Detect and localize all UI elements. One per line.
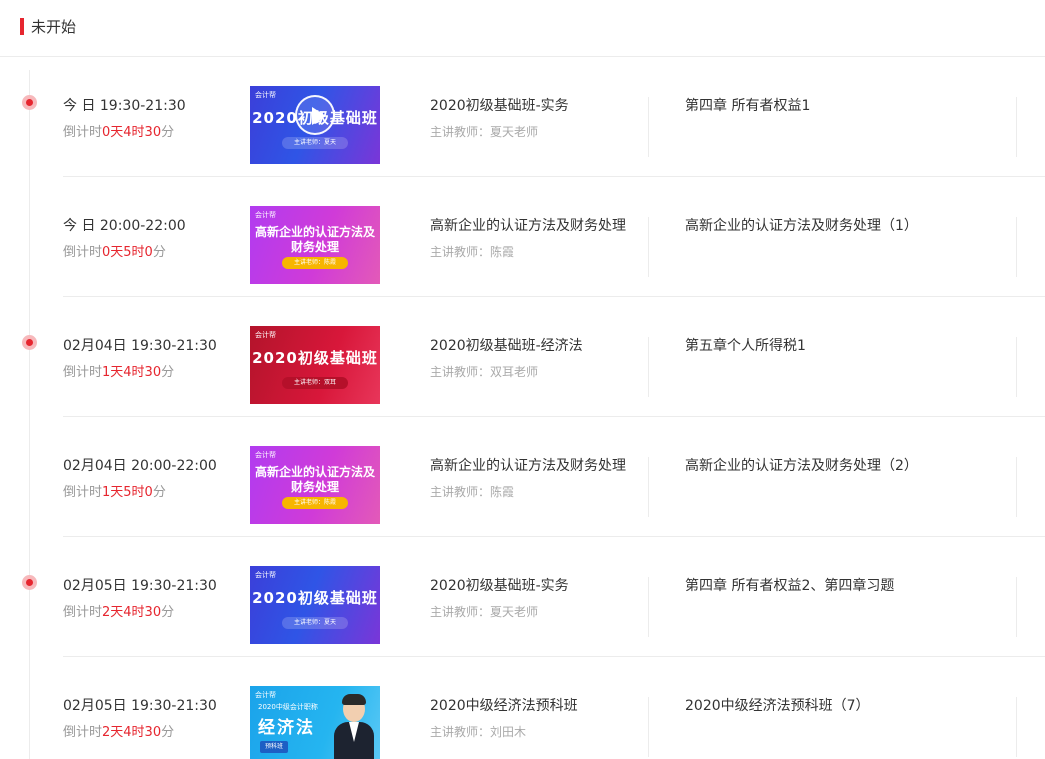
thumb-subtitle: 2020中级会计职称 [258, 703, 318, 711]
countdown-unit: 分 [161, 725, 175, 740]
session-time: 今 日 20:00-22:00 [63, 218, 186, 234]
timeline-dot [22, 335, 37, 350]
countdown-label: 倒计时 [63, 725, 103, 740]
course-teacher: 主讲教师：刘田木 [430, 725, 527, 739]
schedule-row[interactable]: 02月04日 20:00-22:00 倒计时1天5时0分 会计帮高新企业的认证方法及… [0, 417, 1045, 537]
course-teacher: 主讲教师：双耳老师 [430, 365, 539, 379]
thumb-title-line2: 财务处理 [290, 240, 339, 254]
countdown: 倒计时0天4时30分 [63, 124, 174, 142]
course-thumbnail[interactable]: 会计帮 2020中级会计职称经济法预科班 [250, 686, 380, 759]
countdown: 倒计时2天4时30分 [63, 724, 174, 742]
column-divider [1016, 457, 1017, 517]
chapter-title[interactable]: 第四章 所有者权益2、第四章习题 [685, 577, 894, 595]
play-icon[interactable] [295, 95, 335, 135]
thumb-title: 2020初级基础班 [252, 349, 378, 367]
course-thumbnail[interactable]: 会计帮 高新企业的认证方法及 财务处理 主讲老师：陈霞 [250, 206, 380, 284]
countdown-value: 1天5时0 [102, 485, 153, 500]
section-title: 未开始 [31, 18, 77, 36]
timeline-dot [22, 575, 37, 590]
session-time: 今 日 19:30-21:30 [63, 98, 186, 114]
session-time: 02月05日 19:30-21:30 [63, 698, 217, 714]
thumb-logo: 会计帮 [255, 571, 276, 579]
countdown-value: 0天5时0 [102, 245, 153, 260]
column-divider [648, 697, 649, 757]
course-title[interactable]: 2020初级基础班-实务 [430, 97, 569, 115]
countdown-unit: 分 [152, 485, 166, 500]
column-divider [1016, 337, 1017, 397]
countdown-value: 2天4时30 [102, 725, 162, 740]
course-title[interactable]: 2020初级基础班-实务 [430, 577, 569, 595]
course-thumbnail[interactable]: 会计帮 2020初级基础班 主讲老师：夏天 [250, 86, 380, 164]
schedule-row[interactable]: 今 日 20:00-22:00 倒计时0天5时0分 会计帮高新企业的认证方法及 财务处… [0, 177, 1045, 297]
column-divider [1016, 217, 1017, 277]
session-time: 02月05日 19:30-21:30 [63, 578, 217, 594]
course-teacher: 主讲教师：陈霞 [430, 485, 515, 499]
thumb-teacher-pill: 主讲老师：陈霞 [282, 257, 348, 269]
session-time: 02月04日 20:00-22:00 [63, 458, 217, 474]
thumb-badge: 预科班 [260, 741, 288, 753]
column-divider [1016, 697, 1017, 757]
course-title[interactable]: 2020中级经济法预科班 [430, 697, 578, 715]
column-divider [648, 457, 649, 517]
countdown: 倒计时1天4时30分 [63, 364, 174, 382]
countdown: 倒计时2天4时30分 [63, 604, 174, 622]
column-divider [648, 97, 649, 157]
countdown: 倒计时1天5时0分 [63, 484, 166, 502]
thumb-logo: 会计帮 [255, 451, 276, 459]
course-thumbnail[interactable]: 会计帮 2020初级基础班主讲老师：夏天 [250, 566, 380, 644]
thumb-teacher-pill: 主讲老师：陈霞 [282, 497, 348, 509]
countdown-unit: 分 [161, 605, 175, 620]
thumb-logo: 会计帮 [255, 211, 276, 219]
column-divider [648, 217, 649, 277]
chapter-title[interactable]: 第五章个人所得税1 [685, 337, 806, 355]
schedule-row[interactable]: 02月05日 19:30-21:30 倒计时2天4时30分 会计帮 2020中级会计职… [0, 657, 1045, 759]
schedule-row[interactable]: 02月04日 19:30-21:30 倒计时1天4时30分 会计帮 2020初级基础班… [0, 297, 1045, 417]
countdown-unit: 分 [152, 245, 166, 260]
schedule-row[interactable]: 02月05日 19:30-21:30 倒计时2天4时30分 会计帮 2020初级基础班… [0, 537, 1045, 657]
course-teacher: 主讲教师：陈霞 [430, 245, 515, 259]
countdown-value: 2天4时30 [102, 605, 162, 620]
thumb-title: 2020初级基础班 [252, 589, 378, 607]
course-teacher: 主讲教师：夏天老师 [430, 125, 539, 139]
course-title[interactable]: 2020初级基础班-经济法 [430, 337, 583, 355]
timeline-dot [22, 95, 37, 110]
thumb-teacher-pill: 主讲老师：双耳 [282, 377, 348, 389]
course-thumbnail[interactable]: 会计帮 高新企业的认证方法及 财务处理 主讲老师：陈霞 [250, 446, 380, 524]
chapter-title[interactable]: 高新企业的认证方法及财务处理（2） [685, 457, 918, 475]
countdown-label: 倒计时 [63, 365, 103, 380]
course-title[interactable]: 高新企业的认证方法及财务处理 [430, 457, 626, 475]
column-divider [1016, 97, 1017, 157]
countdown-label: 倒计时 [63, 605, 103, 620]
chapter-title[interactable]: 2020中级经济法预科班（7） [685, 697, 870, 715]
countdown-value: 0天4时30 [102, 125, 162, 140]
column-divider [648, 337, 649, 397]
session-time: 02月04日 19:30-21:30 [63, 338, 217, 354]
countdown-unit: 分 [161, 125, 175, 140]
course-teacher: 主讲教师：夏天老师 [430, 605, 539, 619]
schedule-row[interactable]: 今 日 19:30-21:30 倒计时0天4时30分 会计帮 2020初级基础班 主讲老… [0, 57, 1045, 177]
course-title[interactable]: 高新企业的认证方法及财务处理 [430, 217, 626, 235]
thumb-logo: 会计帮 [255, 331, 276, 339]
countdown-label: 倒计时 [63, 485, 103, 500]
course-thumbnail[interactable]: 会计帮 2020初级基础班主讲老师：双耳 [250, 326, 380, 404]
thumb-title-line2: 财务处理 [290, 480, 339, 494]
countdown-label: 倒计时 [63, 245, 103, 260]
thumb-logo: 会计帮 [255, 691, 276, 699]
section-header: 未开始 [0, 0, 1045, 57]
countdown-label: 倒计时 [63, 125, 103, 140]
thumb-teacher-pill: 主讲老师：夏天 [282, 137, 348, 149]
thumb-teacher-pill: 主讲老师：夏天 [282, 617, 348, 629]
chapter-title[interactable]: 第四章 所有者权益1 [685, 97, 810, 115]
thumb-logo: 会计帮 [255, 91, 276, 99]
column-divider [648, 577, 649, 637]
chapter-title[interactable]: 高新企业的认证方法及财务处理（1） [685, 217, 918, 235]
countdown-unit: 分 [161, 365, 175, 380]
column-divider [1016, 577, 1017, 637]
section-accent-bar [20, 18, 24, 35]
thumb-title: 经济法 [258, 718, 315, 738]
teacher-photo [330, 694, 378, 759]
countdown: 倒计时0天5时0分 [63, 244, 166, 262]
countdown-value: 1天4时30 [102, 365, 162, 380]
